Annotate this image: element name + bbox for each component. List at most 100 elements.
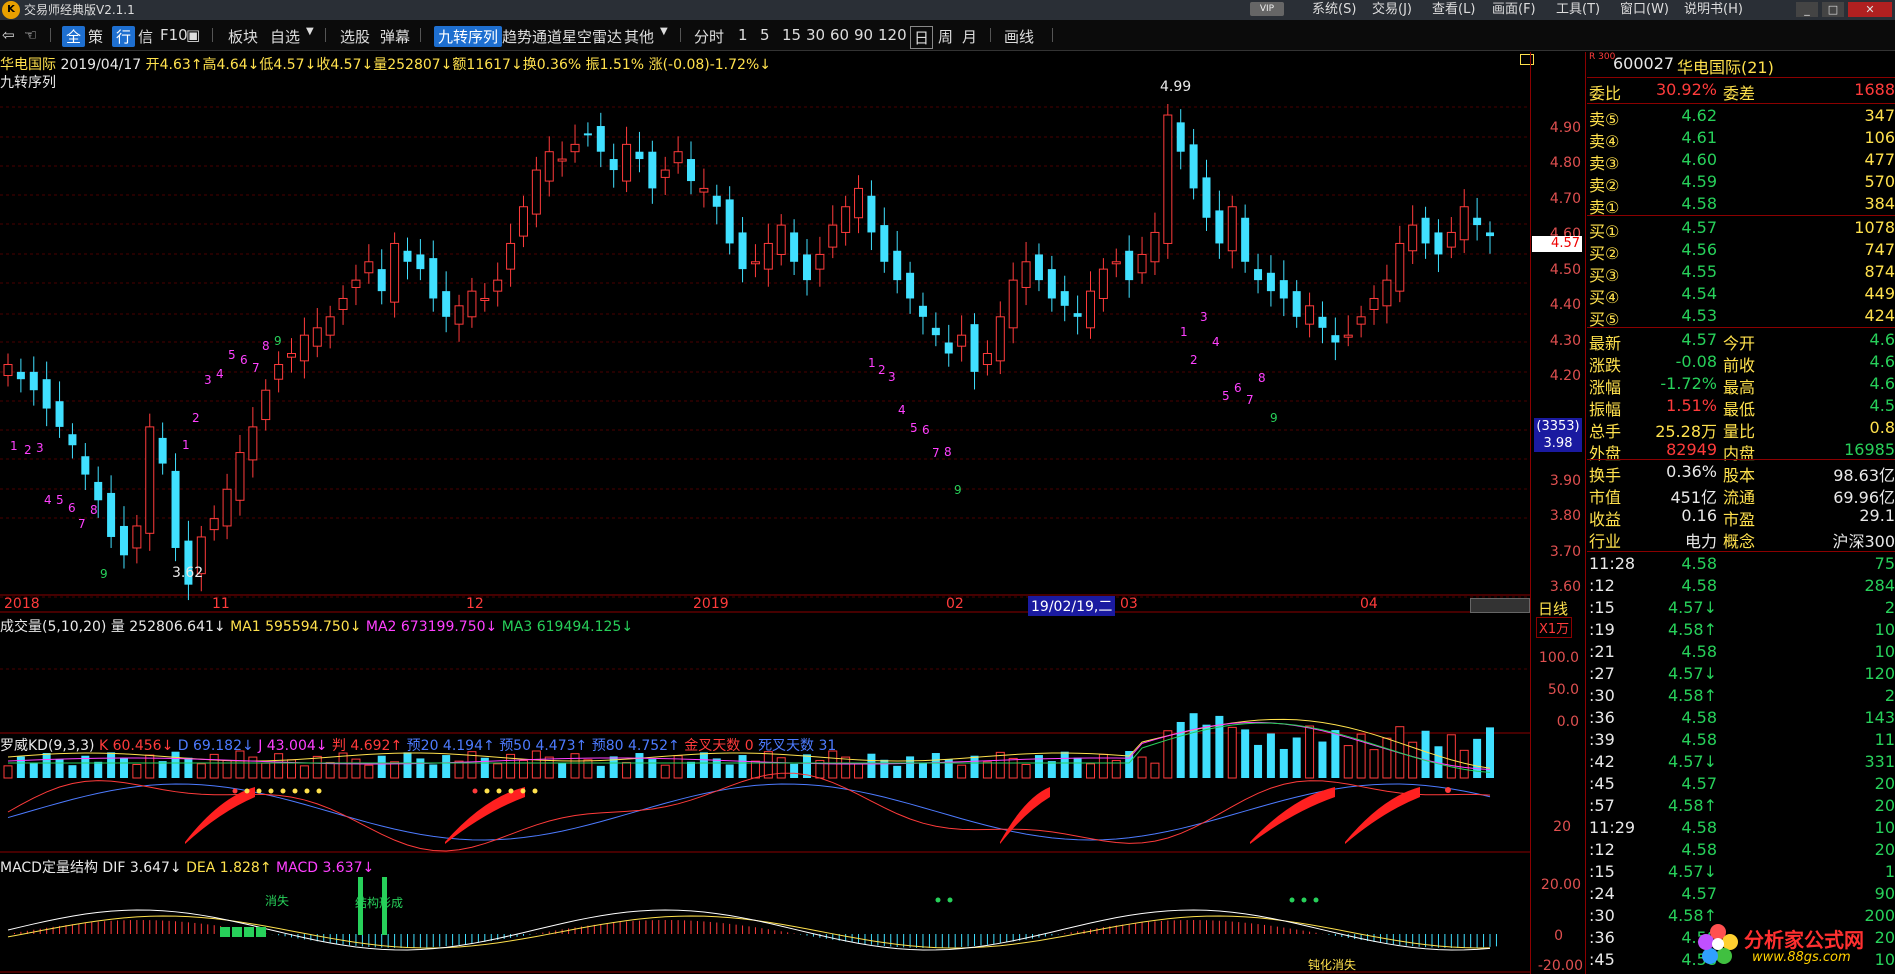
btn-all[interactable]: 全: [62, 26, 86, 47]
ask-row[interactable]: 卖③ 4.60 477: [1587, 150, 1895, 173]
tick-volume: 10: [1874, 818, 1895, 837]
volume-bar: [982, 761, 992, 779]
date-label: 02: [946, 596, 964, 612]
kline-svg: 1 2 34 56789123 45 678 91 2 345 67 89123456789: [0, 104, 1530, 973]
period-day[interactable]: 日: [910, 26, 934, 49]
btn-trend-channel[interactable]: 趋势通道: [502, 26, 562, 47]
axis-tick: 3.70: [1549, 544, 1581, 560]
btn-danmu[interactable]: 弹幕: [380, 26, 410, 47]
candle-body: [1395, 242, 1405, 292]
fundamental-label: 概念: [1723, 532, 1756, 551]
bid-row[interactable]: 买② 4.56 747: [1587, 240, 1895, 263]
bid-row[interactable]: 买④ 4.54 449: [1587, 284, 1895, 307]
tick-volume: 11: [1874, 730, 1895, 749]
btn-nine-seq[interactable]: 九转序列: [434, 26, 503, 47]
btn-f10[interactable]: F10: [160, 26, 188, 44]
kd-signal-dot: [472, 788, 478, 794]
volume-bar: [1150, 762, 1160, 779]
period-intraday[interactable]: 分时: [694, 26, 724, 47]
menu-window[interactable]: 窗口(W): [1620, 0, 1669, 20]
period-5[interactable]: 5: [760, 26, 770, 44]
ratio-label: 委比: [1589, 84, 1622, 103]
candle-body: [1473, 217, 1482, 226]
period-month[interactable]: 月: [962, 26, 977, 47]
horizontal-scrollbar[interactable]: [1470, 598, 1530, 613]
kline-chart-area[interactable]: 华电国际 2019/04/17 开4.63↑高4.64↓低4.57↓收4.57↓…: [0, 52, 1534, 974]
volume-bar: [312, 755, 322, 779]
candle-body: [970, 324, 979, 372]
close-button[interactable]: ✕: [1848, 2, 1892, 17]
menu-tools[interactable]: 工具(T): [1556, 0, 1600, 20]
hand-icon[interactable]: ☜: [24, 26, 37, 44]
tick-volume: 331: [1864, 752, 1895, 771]
quote-value: -1.72%: [1660, 374, 1717, 393]
tick-price: 4.58↑: [1667, 620, 1717, 639]
fundamental-label: 流通: [1723, 488, 1756, 507]
period-120[interactable]: 120: [878, 26, 907, 44]
ask-row[interactable]: 卖② 4.59 570: [1587, 172, 1895, 195]
quote-value: 0.8: [1869, 418, 1895, 437]
btn-star-radar[interactable]: 星空雷达: [562, 26, 622, 47]
bid-row[interactable]: 买③ 4.55 874: [1587, 262, 1895, 285]
fundamental-row[interactable]: 行业 电力 概念 沪深300: [1587, 528, 1895, 551]
menu-screen[interactable]: 画面(F): [1492, 0, 1536, 20]
quote-row: 涨跌 -0.08 前收 4.6: [1587, 352, 1895, 375]
tick-row: :12 4.58 20: [1587, 840, 1895, 862]
volume-bar: [1421, 730, 1430, 778]
axis-tick: 4.80: [1549, 155, 1581, 171]
period-15[interactable]: 15: [782, 26, 801, 44]
kd-signal-dot: [316, 788, 322, 794]
btn-strategy[interactable]: 策: [88, 26, 103, 47]
vip-badge[interactable]: VIP: [1250, 2, 1284, 16]
btn-watchlist[interactable]: 自选: [270, 26, 300, 47]
volume-bar: [725, 764, 734, 778]
period-30[interactable]: 30: [806, 26, 825, 44]
cursor-count: (3353): [1536, 419, 1580, 434]
kd-d: D 69.182↓: [177, 738, 254, 754]
btn-draw[interactable]: 画线: [1004, 26, 1034, 47]
app-title: 交易师经典版V2.1.1: [24, 3, 135, 17]
ask-row[interactable]: 卖① 4.58 384: [1587, 194, 1895, 217]
kd-signal-dot: [304, 788, 310, 794]
back-arrow-icon[interactable]: ⇦: [2, 26, 15, 44]
watchlist-dropdown-icon[interactable]: ▼: [306, 26, 314, 37]
btn-sector[interactable]: 板块: [228, 26, 258, 47]
bid-row[interactable]: 买⑤ 4.53 424: [1587, 306, 1895, 329]
bid-row[interactable]: 买① 4.57 1078: [1587, 218, 1895, 241]
bid-price: 4.57: [1681, 218, 1717, 237]
btn-market[interactable]: 行: [112, 26, 136, 47]
menu-view[interactable]: 查看(L): [1432, 0, 1475, 20]
nine-seq-number: 4: [216, 367, 224, 381]
period-week[interactable]: 周: [938, 26, 953, 47]
quote-value: 25.28万: [1655, 422, 1717, 441]
quote-value: 16985: [1844, 440, 1895, 459]
kd-signal-dot: [508, 788, 514, 794]
date-axis: 2018 11 12 2019 02 19/02/19,二 03 04: [0, 596, 1530, 616]
other-dropdown-icon[interactable]: ▼: [660, 26, 668, 37]
btn-other[interactable]: 其他: [624, 26, 654, 47]
ask-row[interactable]: 卖④ 4.61 106: [1587, 128, 1895, 151]
fundamental-label: 市值: [1589, 488, 1622, 507]
menu-system[interactable]: 系统(S): [1312, 0, 1356, 20]
kd-j: J 43.004↓: [258, 738, 328, 754]
tick-time: :12: [1589, 840, 1615, 859]
candle-body: [29, 371, 38, 391]
menu-manual[interactable]: 说明书(H): [1684, 0, 1743, 20]
menu-trade[interactable]: 交易(J): [1372, 0, 1412, 20]
period-60[interactable]: 60: [830, 26, 849, 44]
vol-ma2: MA2 673199.750↓: [365, 619, 498, 635]
nine-seq-number: 3: [888, 370, 896, 384]
ask-row[interactable]: 卖⑤ 4.62 347: [1587, 106, 1895, 129]
btn-stock-picker[interactable]: 选股: [340, 26, 370, 47]
candle-body: [1408, 224, 1418, 252]
period-90[interactable]: 90: [854, 26, 873, 44]
candle-body: [1137, 253, 1147, 274]
maximize-button[interactable]: □: [1822, 2, 1844, 17]
minimize-button[interactable]: _: [1796, 2, 1818, 17]
btn-info[interactable]: 信: [138, 26, 153, 47]
window-icon[interactable]: ▣: [186, 26, 200, 44]
tick-time: :39: [1589, 730, 1615, 749]
period-1[interactable]: 1: [738, 26, 748, 44]
nine-seq-number: 3: [36, 441, 44, 455]
fundamental-row: 换手 0.36% 股本 98.63亿: [1587, 462, 1895, 485]
